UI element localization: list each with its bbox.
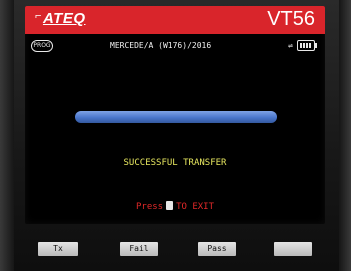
vehicle-label: MERCEDE/A (W176)/2016 [110,41,212,50]
device-model: VT56 [267,8,315,30]
softkey-pass[interactable]: Pass [198,242,236,256]
softkey-row: Tx Fail Pass [0,242,351,262]
progress-fill [75,111,277,123]
bezel-right [339,0,351,271]
exit-prompt: Press TO EXIT [25,201,325,212]
battery-level [300,43,312,48]
brand-logo: ⌐ATEQ [35,10,86,27]
exit-to-exit-label: TO EXIT [176,202,215,212]
title-bar: ⌐ATEQ VT56 [25,6,325,34]
prog-icon: PROG [31,40,53,52]
battery-icon [297,40,317,51]
info-bar: PROG MERCEDE/A (W176)/2016 ⇌ [25,38,325,56]
softkey-fail[interactable]: Fail [120,242,158,256]
softkey-tx[interactable]: Tx [38,242,78,256]
device-screen: ⌐ATEQ VT56 PROG MERCEDE/A (W176)/2016 ⇌ … [25,6,325,224]
status-message: SUCCESSFUL TRANSFER [123,158,227,168]
back-key-icon [166,201,174,210]
progress-bar [75,111,277,123]
usb-icon: ⇌ [288,41,293,50]
bezel-left [0,0,14,271]
softkey-4[interactable] [274,242,312,256]
brand-mark-icon: ⌐ [35,10,42,22]
exit-press-label: Press [135,202,164,212]
